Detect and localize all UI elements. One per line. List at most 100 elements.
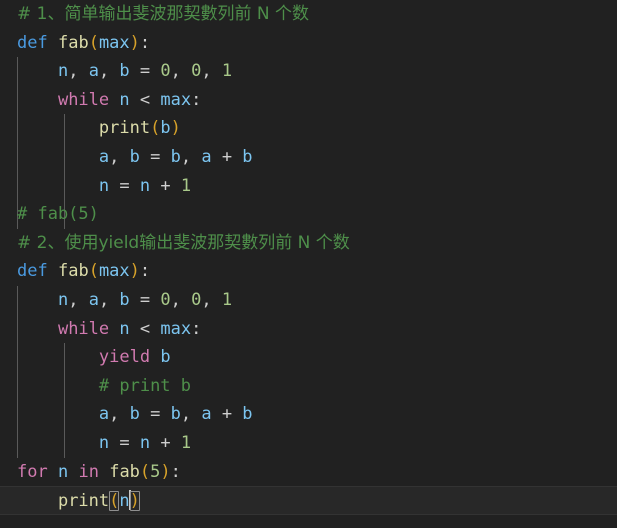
rparen-token-matched: )	[129, 491, 140, 512]
code-line[interactable]: while n < max:	[0, 315, 617, 344]
variable-token: b	[242, 146, 253, 167]
comment-token: # print b	[98, 375, 192, 396]
code-line[interactable]: n = n + 1	[0, 429, 617, 458]
code-line-active[interactable]: print(n)	[0, 486, 617, 515]
variable-token: n	[57, 61, 69, 82]
plus-token: +	[150, 432, 181, 453]
number-token: 1	[221, 61, 233, 82]
variable-token: b	[119, 289, 130, 310]
variable-token: n	[119, 318, 130, 339]
control-keyword-token: while	[57, 89, 110, 110]
param-token: max	[98, 261, 130, 282]
lparen-token-matched: (	[109, 491, 120, 512]
code-line[interactable]: yield b	[0, 343, 617, 372]
variable-token: b	[160, 347, 171, 368]
function-call-token: fab	[109, 461, 140, 482]
comment-token: # 1、简单输出斐波那契數列前 N 个数	[17, 4, 309, 24]
code-line[interactable]: # fab(5)	[0, 200, 617, 229]
variable-token: b	[129, 404, 140, 425]
code-line[interactable]: n = n + 1	[0, 172, 617, 201]
assign-token: =	[139, 404, 171, 425]
variable-token: n	[98, 432, 110, 453]
rparen-token: )	[170, 118, 181, 139]
comma-token: ,	[180, 404, 202, 425]
variable-token: max	[160, 318, 192, 339]
lparen-token: (	[88, 261, 99, 282]
code-line[interactable]: # 1、简单输出斐波那契數列前 N 个数	[0, 0, 617, 29]
comma-token: ,	[109, 146, 130, 167]
assign-token: =	[109, 432, 140, 453]
number-token: 5	[150, 461, 161, 482]
colon-token: :	[139, 261, 151, 282]
variable-token: b	[129, 146, 140, 167]
number-token: 0	[191, 61, 202, 82]
number-token: 0	[160, 61, 171, 82]
variable-token: n	[57, 461, 69, 482]
lparen-token: (	[139, 461, 151, 482]
comma-token: ,	[68, 61, 89, 82]
variable-token: n	[119, 89, 130, 110]
variable-token: b	[119, 61, 130, 82]
code-editor[interactable]: # 1、简单输出斐波那契數列前 N 个数 def fab(max): n, a,…	[0, 0, 617, 528]
variable-token: a	[88, 61, 99, 82]
code-line[interactable]: for n in fab(5):	[0, 458, 617, 487]
variable-token: b	[170, 146, 181, 167]
plus-token: +	[211, 146, 243, 167]
code-line[interactable]: while n < max:	[0, 86, 617, 115]
code-line[interactable]: a, b = b, a + b	[0, 400, 617, 429]
function-call-token: print	[98, 118, 151, 139]
comment-token: # fab(5)	[17, 204, 99, 225]
assign-token: =	[129, 61, 161, 82]
code-line[interactable]: # 2、使用yield输出斐波那契數列前 N 个数	[0, 229, 617, 258]
number-token: 0	[160, 289, 171, 310]
function-call-token: print	[57, 491, 110, 512]
assign-token: =	[129, 289, 161, 310]
code-line[interactable]: # print b	[0, 372, 617, 401]
code-line[interactable]: n, a, b = 0, 0, 1	[0, 57, 617, 86]
variable-token: n	[139, 175, 151, 196]
variable-token: n	[98, 175, 110, 196]
code-line[interactable]: def fab(max):	[0, 257, 617, 286]
code-line[interactable]: def fab(max):	[0, 29, 617, 58]
function-name-token: fab	[57, 261, 89, 282]
code-lines[interactable]: # 1、简单输出斐波那契數列前 N 个数 def fab(max): n, a,…	[0, 0, 617, 528]
comment-token: # 2、使用yield输出斐波那契數列前 N 个数	[17, 232, 350, 253]
variable-token: max	[160, 89, 192, 110]
function-name-token: fab	[57, 32, 89, 53]
variable-token: a	[201, 404, 212, 425]
variable-token: n	[57, 289, 69, 310]
lparen-token: (	[150, 118, 161, 139]
control-keyword-token: yield	[98, 347, 151, 368]
rparen-token: )	[129, 32, 140, 53]
code-line[interactable]: print(b)	[0, 114, 617, 143]
code-line[interactable]: n, a, b = 0, 0, 1	[0, 286, 617, 315]
colon-token: :	[191, 318, 202, 339]
plus-token: +	[211, 404, 243, 425]
colon-token: :	[191, 89, 202, 110]
code-line[interactable]: a, b = b, a + b	[0, 143, 617, 172]
variable-token: a	[88, 289, 99, 310]
number-token: 1	[180, 432, 192, 453]
variable-token: b	[160, 118, 171, 139]
